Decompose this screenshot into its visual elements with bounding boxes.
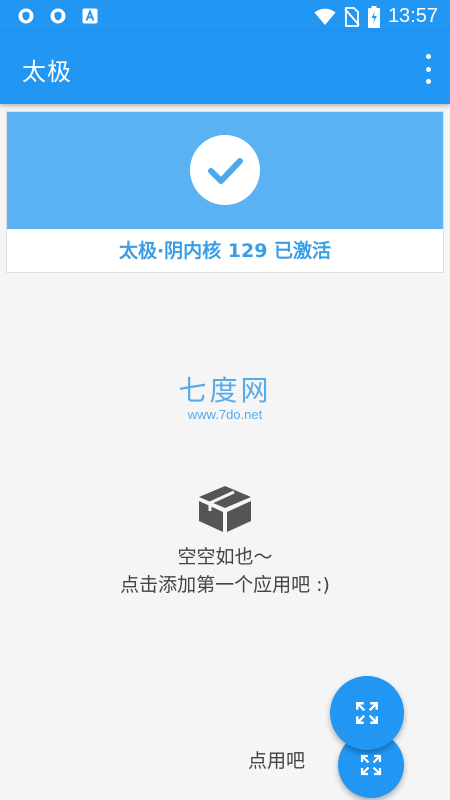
font-a-icon (82, 8, 98, 24)
menu-dot (425, 66, 431, 72)
system-indicators: 13:57 (314, 5, 438, 28)
empty-hint: 点击添加第一个应用吧 :) (120, 574, 330, 596)
fab-label: 点用吧 (240, 748, 314, 774)
battery-charging-icon (367, 5, 380, 28)
clock: 13:57 (387, 5, 438, 27)
app-bar: 太极 (0, 32, 450, 104)
menu-dot (425, 79, 431, 84)
empty-title: 空空如也～ (177, 546, 273, 568)
activation-status: 太极·阴内核 129 已激活 (118, 240, 332, 262)
app-title: 太极 (22, 58, 72, 86)
expand-icon (356, 702, 378, 724)
status-card[interactable]: 太极·阴内核 129 已激活 (6, 111, 444, 273)
check-badge (190, 135, 260, 205)
box-icon (199, 486, 251, 532)
status-banner (7, 112, 443, 229)
expand-icon (360, 754, 382, 776)
no-sim-icon (344, 6, 360, 27)
wifi-icon (314, 8, 336, 25)
status-bar: 13:57 (0, 0, 450, 32)
watermark-name: 七度网 (178, 374, 272, 407)
shield-icon (18, 8, 34, 24)
check-icon (208, 158, 243, 184)
notification-icons (18, 8, 98, 24)
menu-dot (425, 54, 431, 59)
add-app-button[interactable] (330, 676, 404, 750)
shield-icon (50, 8, 66, 24)
watermark: 七度网 www.7do.net (160, 376, 290, 424)
watermark-url: www.7do.net (187, 407, 263, 422)
more-vert-icon[interactable] (420, 54, 436, 84)
